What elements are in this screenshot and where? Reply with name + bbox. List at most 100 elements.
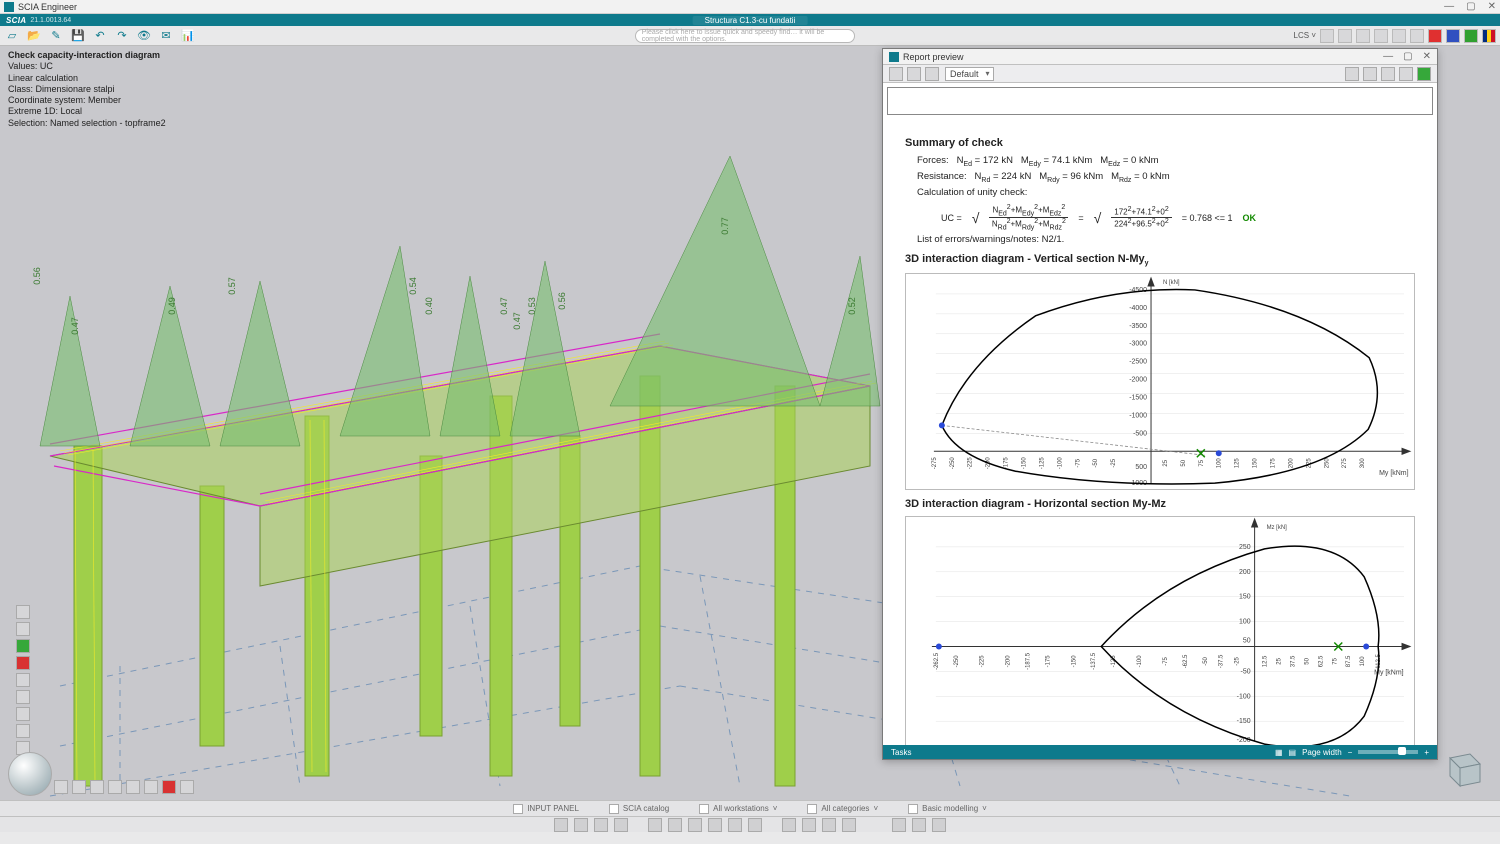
filter-categories[interactable]: All categories ˅	[807, 804, 878, 814]
rt-red-icon[interactable]	[1428, 29, 1442, 43]
list-errors: List of errors/warnings/notes: N2/1.	[917, 234, 1415, 245]
nav-cube[interactable]	[1438, 746, 1484, 792]
filter-modelling[interactable]: Basic modelling ˅	[908, 804, 987, 814]
bottom-icon-bar	[0, 816, 1500, 832]
filter-workstations[interactable]: All workstations ˅	[699, 804, 777, 814]
ib-2[interactable]	[574, 818, 588, 832]
ib-17[interactable]	[932, 818, 946, 832]
rtool-nav2-icon[interactable]	[1363, 67, 1377, 81]
ib-12[interactable]	[802, 818, 816, 832]
rtool-home-icon[interactable]	[925, 67, 939, 81]
bt-2[interactable]	[72, 780, 86, 794]
svg-text:-50: -50	[1093, 459, 1099, 468]
filter-input-panel[interactable]: INPUT PANEL	[513, 804, 579, 814]
uc-label: 0.40	[424, 297, 434, 315]
edit-icon[interactable]: ✎	[48, 28, 64, 44]
ib-7[interactable]	[688, 818, 702, 832]
close-button[interactable]: ✕	[1488, 1, 1496, 12]
rt-refresh-icon[interactable]	[1356, 29, 1370, 43]
undo-icon[interactable]: ↶	[92, 28, 108, 44]
rt-settings-icon[interactable]	[1374, 29, 1388, 43]
chart-icon[interactable]: 📊	[180, 28, 196, 44]
rt-axis-icon[interactable]	[1338, 29, 1352, 43]
ib-4[interactable]	[614, 818, 628, 832]
svg-text:300: 300	[1360, 458, 1366, 469]
vtool-8[interactable]	[16, 724, 30, 738]
svg-text:25: 25	[1277, 657, 1283, 664]
bt-1[interactable]	[54, 780, 68, 794]
svg-text:-150: -150	[1237, 718, 1251, 725]
vtool-7[interactable]	[16, 707, 30, 721]
vtool-5[interactable]	[16, 673, 30, 687]
report-minimize[interactable]: —	[1383, 51, 1393, 62]
zoom-slider[interactable]	[1358, 750, 1418, 754]
bt-red[interactable]	[162, 780, 176, 794]
ib-5[interactable]	[648, 818, 662, 832]
footer-view-icon[interactable]: ▦	[1275, 748, 1283, 757]
open-icon[interactable]: 📂	[26, 28, 42, 44]
save-icon[interactable]: 💾	[70, 28, 86, 44]
svg-text:-1500: -1500	[1129, 395, 1147, 402]
check-class: Class: Dimensionare stalpi	[8, 84, 166, 95]
vtool-6[interactable]	[16, 690, 30, 704]
ib-11[interactable]	[782, 818, 796, 832]
report-icon	[889, 52, 899, 62]
bt-5[interactable]	[126, 780, 140, 794]
rtool-nav1-icon[interactable]	[1345, 67, 1359, 81]
report-dropdown[interactable]: Default	[945, 67, 994, 81]
rt-layers-icon[interactable]	[1410, 29, 1424, 43]
rtool-refresh-icon[interactable]	[889, 67, 903, 81]
check-coord: Coordinate system: Member	[8, 95, 166, 106]
ib-8[interactable]	[708, 818, 722, 832]
bt-3[interactable]	[90, 780, 104, 794]
svg-text:-200: -200	[1006, 654, 1012, 667]
report-maximize[interactable]: ▢	[1403, 51, 1412, 62]
maximize-button[interactable]: ▢	[1466, 1, 1475, 12]
rtool-table-icon[interactable]	[1399, 67, 1413, 81]
mail-icon[interactable]: ✉	[158, 28, 174, 44]
svg-text:-100: -100	[1057, 457, 1063, 470]
view-icon[interactable]: 👁	[136, 28, 152, 44]
zoom-minus[interactable]: −	[1348, 748, 1353, 757]
ib-3[interactable]	[594, 818, 608, 832]
rt-view-icon[interactable]	[1392, 29, 1406, 43]
vtool-red[interactable]	[16, 656, 30, 670]
bt-4[interactable]	[108, 780, 122, 794]
minimize-button[interactable]: —	[1444, 1, 1454, 12]
bt-8[interactable]	[180, 780, 194, 794]
navigation-orb[interactable]	[8, 752, 52, 796]
vtool-green[interactable]	[16, 639, 30, 653]
uc-label: 0.77	[720, 217, 730, 235]
footer-tasks[interactable]: Tasks	[891, 748, 911, 757]
svg-text:-250: -250	[954, 654, 960, 667]
rtool-search-icon[interactable]	[907, 67, 921, 81]
zoom-plus[interactable]: +	[1424, 748, 1429, 757]
filter-catalog[interactable]: SCIA catalog	[609, 804, 669, 814]
bt-6[interactable]	[144, 780, 158, 794]
vtool-1[interactable]	[16, 605, 30, 619]
footer-view2-icon[interactable]: ▤	[1289, 748, 1297, 757]
ib-1[interactable]	[554, 818, 568, 832]
rtool-go-icon[interactable]	[1417, 67, 1431, 81]
rtool-nav3-icon[interactable]	[1381, 67, 1395, 81]
ib-9[interactable]	[728, 818, 742, 832]
forces-row: Forces: NEd = 172 kN MEdy = 74.1 kNm MEd…	[917, 155, 1415, 168]
ib-15[interactable]	[892, 818, 906, 832]
rt-flag-icon[interactable]	[1482, 29, 1496, 43]
lcs-dropdown[interactable]: LCS ˅	[1294, 31, 1316, 40]
report-close[interactable]: ✕	[1423, 51, 1431, 62]
ib-16[interactable]	[912, 818, 926, 832]
ib-13[interactable]	[822, 818, 836, 832]
redo-icon[interactable]: ↷	[114, 28, 130, 44]
svg-text:-275: -275	[932, 457, 938, 470]
ib-6[interactable]	[668, 818, 682, 832]
rt-blue-icon[interactable]	[1446, 29, 1460, 43]
svg-text:100: 100	[1217, 458, 1223, 469]
ib-14[interactable]	[842, 818, 856, 832]
search-input[interactable]: Please click here to issue quick and spe…	[635, 29, 855, 43]
new-icon[interactable]: ▱	[4, 28, 20, 44]
vtool-2[interactable]	[16, 622, 30, 636]
rt-grid-icon[interactable]	[1320, 29, 1334, 43]
ib-10[interactable]	[748, 818, 762, 832]
rt-green-icon[interactable]	[1464, 29, 1478, 43]
